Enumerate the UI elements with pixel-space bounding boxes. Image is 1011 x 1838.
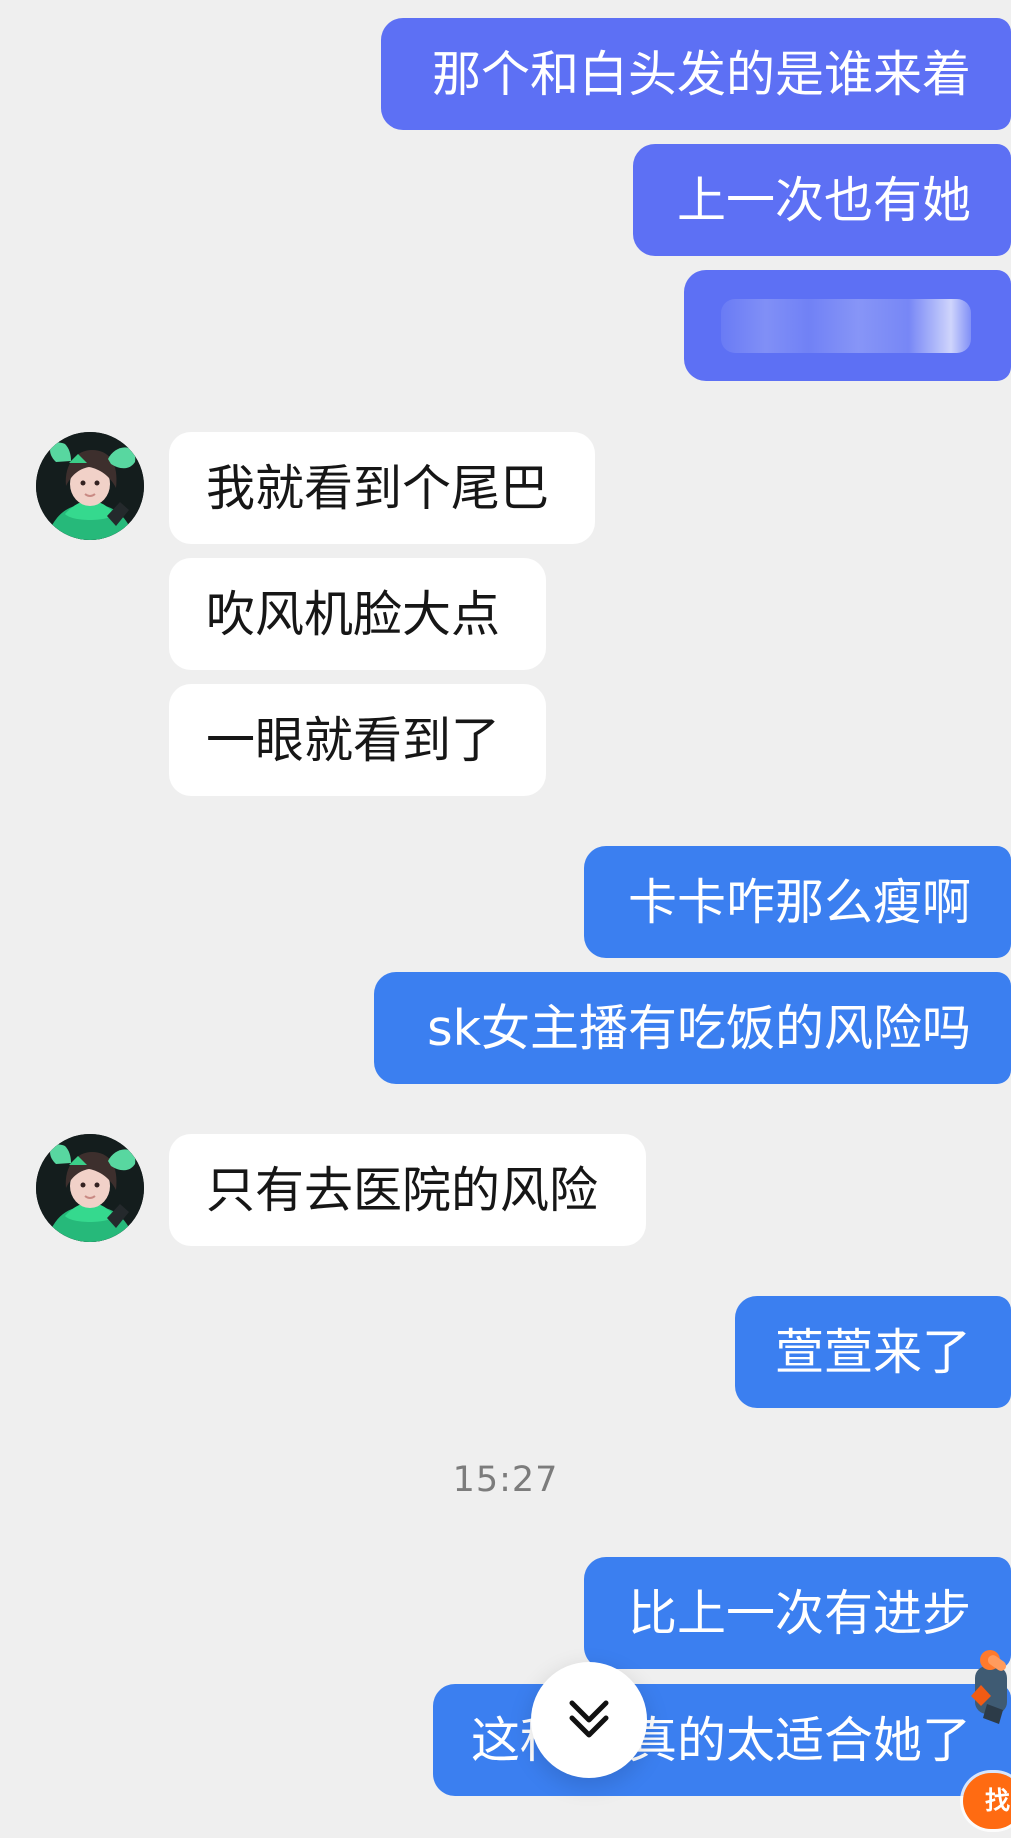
message-text: 比上一次有进步 xyxy=(627,1584,971,1642)
message-text: sk女主播有吃饭的风险吗 xyxy=(427,999,971,1057)
message-text: 我就看到个尾巴 xyxy=(206,459,550,517)
message-bubble[interactable]: sk女主播有吃饭的风险吗 xyxy=(374,972,1011,1084)
message-text: 那个和白头发的是谁来着 xyxy=(431,45,971,103)
timestamp: 15:27 xyxy=(452,1460,559,1500)
contact-avatar[interactable] xyxy=(36,1134,144,1242)
message-text: 卡卡咋那么瘦啊 xyxy=(627,873,971,931)
message-text: 吹风机脸大点 xyxy=(206,585,501,643)
message-bubble[interactable]: 上一次也有她 xyxy=(633,144,1011,256)
blurred-message-text xyxy=(721,298,971,353)
mascot-icon[interactable] xyxy=(965,1646,1011,1736)
message-bubble[interactable]: 萱萱来了 xyxy=(735,1296,1011,1408)
find-badge[interactable]: 找 xyxy=(963,1773,1011,1829)
message-text: 一眼就看到了 xyxy=(206,711,501,769)
message-bubble[interactable]: 只有去医院的风险 xyxy=(169,1134,646,1246)
message-bubble[interactable] xyxy=(684,270,1011,381)
message-text: 上一次也有她 xyxy=(676,171,971,229)
scroll-to-bottom-button[interactable] xyxy=(531,1662,647,1778)
double-chevron-down-icon xyxy=(569,1700,609,1738)
message-bubble[interactable]: 这种 真的太适合她了 xyxy=(433,1684,1011,1796)
message-bubble[interactable]: 一眼就看到了 xyxy=(169,684,546,796)
message-bubble[interactable]: 卡卡咋那么瘦啊 xyxy=(584,846,1011,958)
message-text: 萱萱来了 xyxy=(774,1323,971,1381)
message-bubble[interactable]: 吹风机脸大点 xyxy=(169,558,546,670)
message-bubble[interactable]: 比上一次有进步 xyxy=(584,1557,1011,1669)
message-bubble[interactable]: 那个和白头发的是谁来着 xyxy=(381,18,1011,130)
contact-avatar[interactable] xyxy=(36,432,144,540)
message-text-partial-right: 真的太适合她了 xyxy=(627,1711,971,1769)
message-bubble[interactable]: 我就看到个尾巴 xyxy=(169,432,595,544)
message-text: 只有去医院的风险 xyxy=(206,1161,599,1219)
chat-scroll-area[interactable]: 那个和白头发的是谁来着 上一次也有她 我就看到个尾巴 吹风机脸大点 一眼就看到了 xyxy=(0,0,1011,1838)
